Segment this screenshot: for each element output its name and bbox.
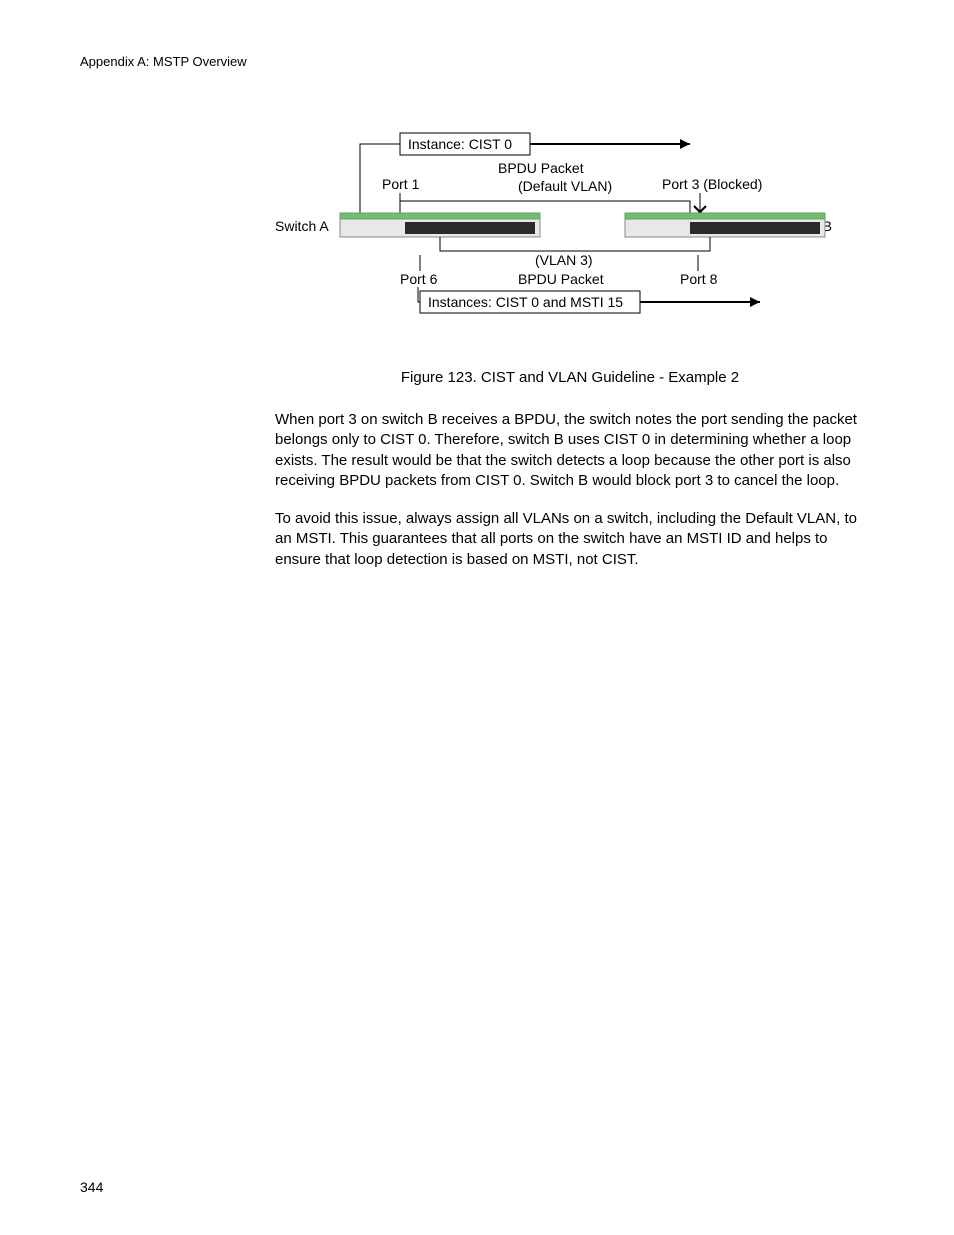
- diagram-vlan3: (VLAN 3): [535, 252, 593, 268]
- figure-123: Instance: CIST 0 BPDU Packet (Default VL…: [200, 129, 840, 329]
- diagram-bpdu-bottom: BPDU Packet: [518, 271, 604, 287]
- diagram-bpdu-top: BPDU Packet: [498, 160, 584, 176]
- diagram-port6: Port 6: [400, 271, 438, 287]
- figure-caption: Figure 123. CIST and VLAN Guideline - Ex…: [270, 369, 870, 386]
- diagram-svg: Instance: CIST 0 BPDU Packet (Default VL…: [200, 129, 840, 329]
- diagram-switch-a-label: Switch A: [275, 218, 329, 234]
- diagram-port3: Port 3 (Blocked): [662, 176, 762, 192]
- switch-b: [625, 213, 825, 237]
- diagram-default-vlan: (Default VLAN): [518, 178, 612, 194]
- paragraph-2: To avoid this issue, always assign all V…: [275, 509, 870, 570]
- diagram-instance-bottom: Instances: CIST 0 and MSTI 15: [428, 294, 623, 310]
- page-header: Appendix A: MSTP Overview: [80, 54, 874, 69]
- page-number: 344: [80, 1179, 103, 1195]
- paragraph-1: When port 3 on switch B receives a BPDU,…: [275, 410, 870, 491]
- diagram-port8: Port 8: [680, 271, 718, 287]
- switch-a: [340, 213, 540, 237]
- diagram-instance-top: Instance: CIST 0: [408, 136, 512, 152]
- diagram-port1: Port 1: [382, 176, 420, 192]
